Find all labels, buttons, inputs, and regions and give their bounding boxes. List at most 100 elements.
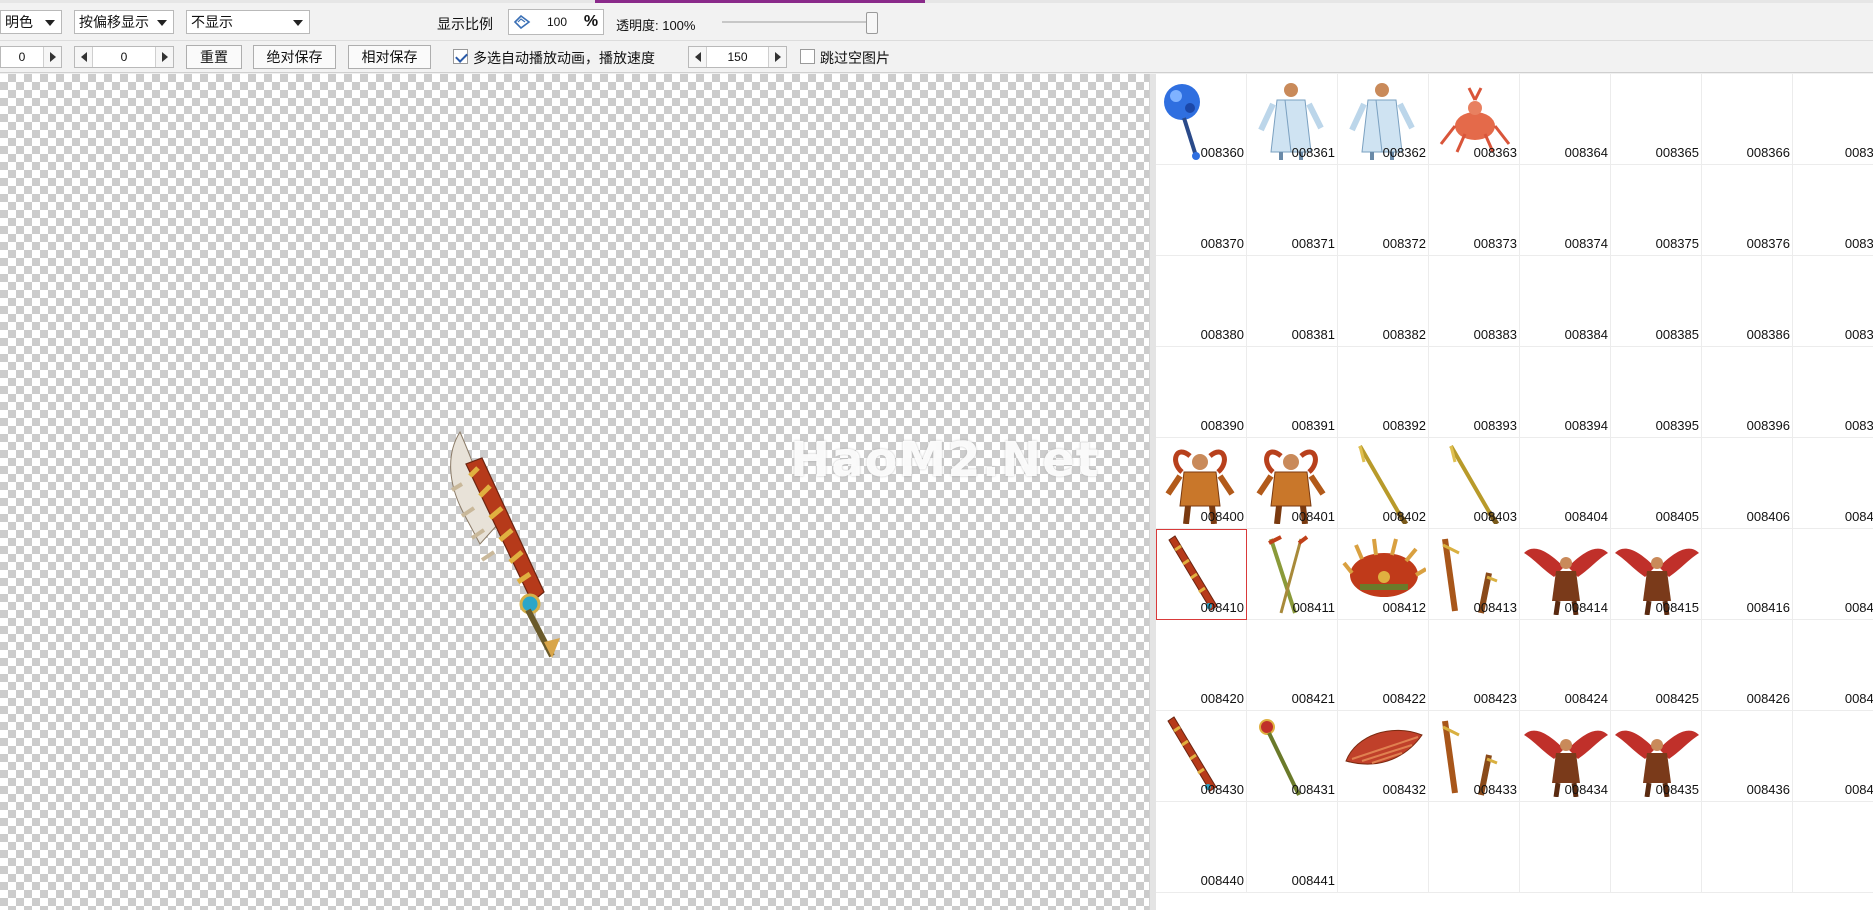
thumbnail-cell[interactable]: 008411 bbox=[1247, 529, 1338, 620]
thumbnail-cell[interactable] bbox=[1611, 802, 1702, 893]
thumbnail-cell[interactable]: 008391 bbox=[1247, 347, 1338, 438]
thumbnail-cell[interactable]: 008361 bbox=[1247, 74, 1338, 165]
thumbnail-cell[interactable]: 008380 bbox=[1156, 256, 1247, 347]
thumbnail-label: 008382 bbox=[1382, 327, 1426, 342]
thumbnail-cell[interactable]: 008402 bbox=[1338, 438, 1429, 529]
thumbnail-cell[interactable]: 008362 bbox=[1338, 74, 1429, 165]
thumbnail-cell[interactable]: 00841 bbox=[1793, 529, 1873, 620]
thumbnail-cell[interactable] bbox=[1793, 802, 1873, 893]
thumbnail-cell[interactable]: 008396 bbox=[1702, 347, 1793, 438]
thumbnail-cell[interactable] bbox=[1338, 802, 1429, 893]
thumbnail-cell[interactable]: 008434 bbox=[1520, 711, 1611, 802]
thumbnail-cell[interactable]: 008366 bbox=[1702, 74, 1793, 165]
thumbnail-cell[interactable]: 008401 bbox=[1247, 438, 1338, 529]
thumbnail-label: 008421 bbox=[1291, 691, 1335, 706]
thumbnail-cell[interactable]: 008440 bbox=[1156, 802, 1247, 893]
thumbnail-cell[interactable]: 008415 bbox=[1611, 529, 1702, 620]
autoplay-checkbox[interactable] bbox=[453, 49, 468, 64]
thumbnail-cell[interactable]: 008390 bbox=[1156, 347, 1247, 438]
thumbnail-cell[interactable]: 008360 bbox=[1156, 74, 1247, 165]
thumbnail-cell[interactable] bbox=[1520, 802, 1611, 893]
thumbnail-cell[interactable]: 008365 bbox=[1611, 74, 1702, 165]
thumbnail-cell[interactable]: 008381 bbox=[1247, 256, 1338, 347]
thumbnail-cell[interactable]: 00843 bbox=[1793, 711, 1873, 802]
offset-x-stepper[interactable]: 0 bbox=[0, 46, 62, 68]
thumbnail-cell[interactable]: 008421 bbox=[1247, 620, 1338, 711]
thumbnail-cell[interactable]: 008386 bbox=[1702, 256, 1793, 347]
thumbnail-cell[interactable]: 00839 bbox=[1793, 347, 1873, 438]
thumbnail-cell[interactable]: 008426 bbox=[1702, 620, 1793, 711]
thumbnail-cell[interactable]: 008430 bbox=[1156, 711, 1247, 802]
thumbnail-cell[interactable]: 008375 bbox=[1611, 165, 1702, 256]
zoom-icon bbox=[509, 10, 535, 34]
absolute-save-button[interactable]: 绝对保存 bbox=[253, 45, 336, 69]
thumbnail-cell[interactable]: 008384 bbox=[1520, 256, 1611, 347]
thumbnail-cell[interactable]: 008371 bbox=[1247, 165, 1338, 256]
thumbnail-cell[interactable]: 008393 bbox=[1429, 347, 1520, 438]
offset-y-stepper[interactable]: 0 bbox=[74, 46, 174, 68]
thumbnail-cell[interactable]: 008363 bbox=[1429, 74, 1520, 165]
thumbnail-cell[interactable]: 008422 bbox=[1338, 620, 1429, 711]
thumbnail-cell[interactable] bbox=[1702, 802, 1793, 893]
offset-x-value: 0 bbox=[18, 50, 26, 64]
thumbnail-cell[interactable]: 008373 bbox=[1429, 165, 1520, 256]
thumbnail-cell[interactable]: 008424 bbox=[1520, 620, 1611, 711]
decrement-icon[interactable] bbox=[75, 47, 93, 67]
thumbnail-cell[interactable]: 008383 bbox=[1429, 256, 1520, 347]
thumbnail-label: 008416 bbox=[1746, 600, 1790, 615]
thumbnail-cell[interactable]: 00838 bbox=[1793, 256, 1873, 347]
thumbnail-cell[interactable]: 008364 bbox=[1520, 74, 1611, 165]
thumbnail-cell[interactable]: 008385 bbox=[1611, 256, 1702, 347]
thumbnail-cell[interactable]: 008372 bbox=[1338, 165, 1429, 256]
thumbnail-cell[interactable]: 008435 bbox=[1611, 711, 1702, 802]
thumbnail-cell[interactable]: 008405 bbox=[1611, 438, 1702, 529]
thumbnail-cell[interactable]: 008403 bbox=[1429, 438, 1520, 529]
thumbnail-cell[interactable]: 008370 bbox=[1156, 165, 1247, 256]
increment-icon[interactable] bbox=[768, 47, 786, 67]
thumbnail-label: 00842 bbox=[1844, 691, 1873, 706]
thumbnail-cell[interactable]: 008404 bbox=[1520, 438, 1611, 529]
thumbnail-cell[interactable]: 008394 bbox=[1520, 347, 1611, 438]
reset-button[interactable]: 重置 bbox=[186, 45, 242, 69]
thumbnail-cell[interactable]: 008374 bbox=[1520, 165, 1611, 256]
thumbnail-cell[interactable]: 008413 bbox=[1429, 529, 1520, 620]
thumbnail-cell[interactable]: 00837 bbox=[1793, 165, 1873, 256]
thumbnail-cell[interactable]: 008382 bbox=[1338, 256, 1429, 347]
relative-save-button[interactable]: 相对保存 bbox=[348, 45, 431, 69]
overlay-mode-select[interactable]: 不显示 bbox=[186, 10, 310, 34]
thumbnail-cell[interactable]: 008392 bbox=[1338, 347, 1429, 438]
thumbnail-cell[interactable]: 008420 bbox=[1156, 620, 1247, 711]
thumbnail-cell[interactable]: 008395 bbox=[1611, 347, 1702, 438]
thumbnail-cell[interactable]: 008414 bbox=[1520, 529, 1611, 620]
thumbnail-cell[interactable]: 00836 bbox=[1793, 74, 1873, 165]
thumbnail-cell[interactable]: 008400 bbox=[1156, 438, 1247, 529]
slider-thumb[interactable] bbox=[866, 12, 878, 34]
zoom-input[interactable]: 100 % bbox=[508, 9, 604, 35]
skip-empty-checkbox[interactable] bbox=[800, 49, 815, 64]
thumbnail-cell-selected[interactable]: 008410 bbox=[1156, 529, 1247, 620]
thumbnail-cell[interactable]: 008433 bbox=[1429, 711, 1520, 802]
increment-icon[interactable] bbox=[43, 47, 61, 67]
thumbnail-cell[interactable]: 008436 bbox=[1702, 711, 1793, 802]
thumbnail-label: 008372 bbox=[1382, 236, 1426, 251]
increment-icon[interactable] bbox=[155, 47, 173, 67]
play-speed-stepper[interactable]: 150 bbox=[688, 46, 787, 68]
thumbnail-cell[interactable]: 008416 bbox=[1702, 529, 1793, 620]
splitter[interactable] bbox=[1149, 74, 1156, 910]
thumbnail-cell[interactable]: 008376 bbox=[1702, 165, 1793, 256]
thumbnail-cell[interactable]: 008425 bbox=[1611, 620, 1702, 711]
thumbnail-cell[interactable]: 008431 bbox=[1247, 711, 1338, 802]
preview-canvas[interactable]: HaoM2.Net bbox=[0, 74, 1149, 910]
color-mode-select[interactable]: 明色 bbox=[0, 10, 62, 34]
thumbnail-cell[interactable]: 008406 bbox=[1702, 438, 1793, 529]
thumbnail-cell[interactable] bbox=[1429, 802, 1520, 893]
thumbnail-cell[interactable]: 00840 bbox=[1793, 438, 1873, 529]
decrement-icon[interactable] bbox=[689, 47, 707, 67]
opacity-slider[interactable] bbox=[722, 12, 878, 34]
thumbnail-cell[interactable]: 008441 bbox=[1247, 802, 1338, 893]
thumbnail-cell[interactable]: 008412 bbox=[1338, 529, 1429, 620]
offset-mode-select[interactable]: 按偏移显示 bbox=[74, 10, 174, 34]
thumbnail-cell[interactable]: 008423 bbox=[1429, 620, 1520, 711]
thumbnail-cell[interactable]: 00842 bbox=[1793, 620, 1873, 711]
thumbnail-cell[interactable]: 008432 bbox=[1338, 711, 1429, 802]
